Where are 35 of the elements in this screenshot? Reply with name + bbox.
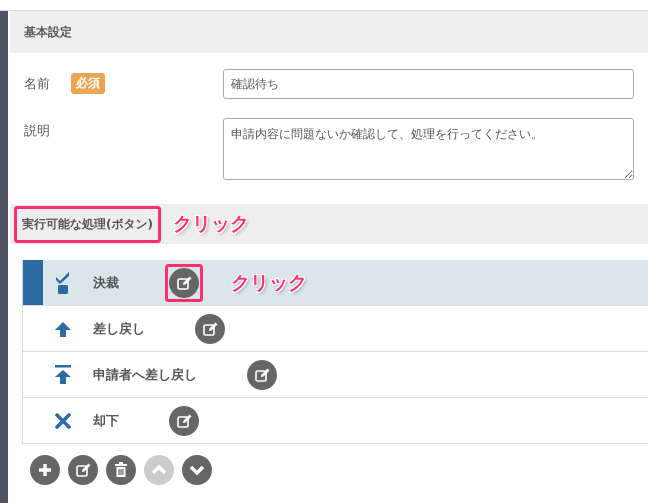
up-arrow-to-line-icon (54, 364, 72, 384)
edit-icon (201, 320, 219, 338)
plus-icon (36, 461, 54, 479)
callout-text: クリック (172, 212, 249, 237)
edit-icon (253, 366, 271, 384)
edit-icon (74, 461, 92, 479)
text-field[interactable]: 確認待ち (223, 69, 634, 99)
add-button[interactable] (30, 455, 60, 485)
required-badge: 必須 (71, 73, 105, 94)
up-arrow-icon (54, 320, 72, 338)
action-label: 差し戻し (93, 320, 145, 338)
action-label: 決裁 (93, 274, 119, 292)
action-label: 申請者へ差し戻し (93, 366, 197, 384)
action-row[interactable]: 決裁 クリック (23, 260, 648, 305)
edit-button[interactable] (169, 406, 199, 436)
edit-button[interactable] (195, 314, 225, 344)
action-row[interactable]: 却下 (23, 397, 648, 443)
edit-icon (175, 412, 193, 430)
action-row[interactable]: 申請者へ差し戻し (23, 351, 648, 397)
callout-text: クリック (231, 270, 307, 296)
edit-button[interactable] (68, 455, 98, 485)
edit-icon (175, 274, 193, 292)
action-label: 却下 (93, 412, 119, 430)
edit-button[interactable] (247, 360, 277, 390)
description-field[interactable]: 申請内容に問題ないか確認して、処理を行ってください。 (223, 118, 634, 180)
action-row[interactable]: 差し戻し (23, 305, 648, 351)
check-icon (54, 270, 72, 294)
delete-button[interactable] (106, 455, 136, 485)
trash-icon (112, 461, 130, 479)
field-label: 説明 (24, 123, 50, 140)
section-title: 基本設定 (24, 24, 72, 40)
section-title: 実行可能な処理(ボタン) (14, 206, 161, 242)
field-label: 名前 (24, 76, 50, 92)
close-icon (55, 412, 71, 428)
move-down-button[interactable] (182, 455, 212, 485)
